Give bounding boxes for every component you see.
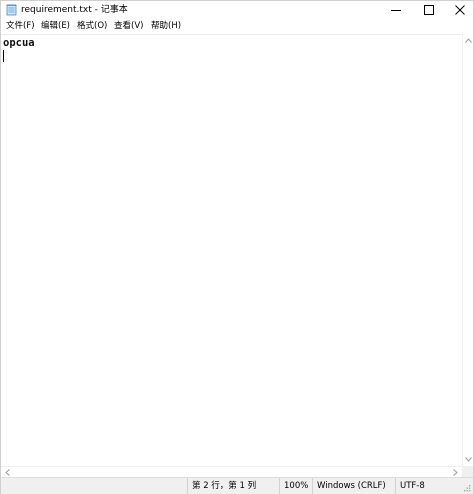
title-bar[interactable]: requirement.txt - 记事本 bbox=[1, 1, 473, 19]
close-icon bbox=[455, 5, 465, 15]
menu-file[interactable]: 文件(F) bbox=[5, 20, 36, 33]
maximize-button[interactable] bbox=[414, 1, 444, 19]
status-bar: 第 2 行，第 1 列 100% Windows (CRLF) UTF-8 bbox=[1, 477, 473, 494]
menu-help[interactable]: 帮助(H) bbox=[150, 20, 182, 33]
minimize-icon bbox=[391, 10, 401, 11]
zoom-level: 100% bbox=[279, 478, 312, 494]
notepad-icon bbox=[6, 4, 17, 16]
editor-content[interactable]: opcua bbox=[3, 37, 35, 49]
window-title: requirement.txt - 记事本 bbox=[21, 5, 128, 15]
menu-format[interactable]: 格式(O) bbox=[76, 20, 108, 33]
close-button[interactable] bbox=[445, 1, 474, 19]
vertical-scrollbar[interactable] bbox=[462, 34, 473, 466]
resize-grip-icon[interactable] bbox=[463, 484, 471, 493]
menu-view[interactable]: 查看(V) bbox=[113, 20, 144, 33]
horizontal-scrollbar[interactable] bbox=[1, 466, 462, 477]
menu-edit[interactable]: 编辑(E) bbox=[40, 20, 71, 33]
scroll-left-arrow-icon[interactable] bbox=[4, 469, 11, 476]
maximize-icon bbox=[424, 5, 434, 15]
minimize-button[interactable] bbox=[381, 1, 411, 19]
line-ending: Windows (CRLF) bbox=[312, 478, 395, 494]
notepad-window: requirement.txt - 记事本 文件(F) 编辑(E) 格式(O) … bbox=[0, 0, 474, 494]
text-caret bbox=[3, 50, 4, 62]
scroll-up-arrow-icon[interactable] bbox=[465, 37, 472, 44]
scroll-down-arrow-icon[interactable] bbox=[465, 456, 472, 463]
scroll-right-arrow-icon[interactable] bbox=[452, 469, 459, 476]
menu-bar: 文件(F) 编辑(E) 格式(O) 查看(V) 帮助(H) bbox=[1, 19, 473, 34]
cursor-position: 第 2 行，第 1 列 bbox=[187, 478, 279, 494]
text-editor[interactable]: opcua bbox=[1, 34, 462, 466]
file-encoding: UTF-8 bbox=[395, 478, 465, 494]
scrollbar-corner bbox=[462, 466, 473, 477]
